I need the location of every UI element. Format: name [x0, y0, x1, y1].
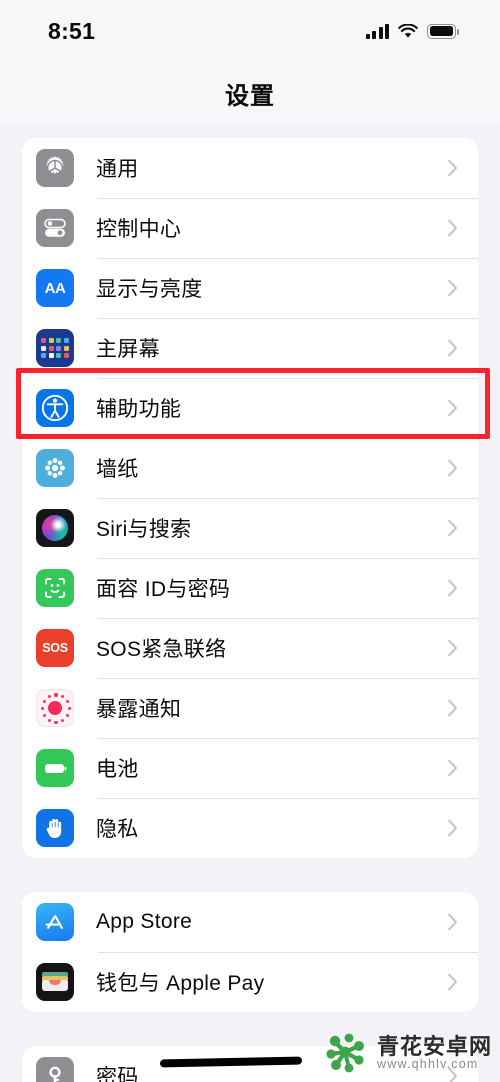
status-bar: 8:51 [0, 0, 500, 62]
settings-row-home-screen[interactable]: 主屏幕 [22, 318, 478, 378]
settings-row-siri-search[interactable]: Siri与搜索 [22, 498, 478, 558]
chevron-right-icon [448, 459, 458, 477]
battery-icon [36, 749, 74, 787]
page-title: 设置 [225, 82, 275, 110]
chevron-right-icon [448, 279, 458, 297]
settings-group-2: App Store 钱包与 Apple Pay [22, 892, 478, 1012]
cellular-signal-icon [365, 23, 389, 39]
wallet-icon [36, 963, 74, 1001]
settings-row-label: 通用 [96, 158, 139, 181]
navigation-bar: 设置 [0, 62, 500, 124]
aa-glyph: AA [44, 279, 66, 297]
settings-row-face-id-passcode[interactable]: 面容 ID与密码 [22, 558, 478, 618]
settings-group-1: 通用 控制中心 AA 显示与亮度 主屏幕 辅助功能 墙纸 Siri与搜索 面容 … [22, 138, 478, 858]
chevron-right-icon [448, 913, 458, 931]
settings-row-general[interactable]: 通用 [22, 138, 478, 198]
settings-row-label: 隐私 [96, 818, 139, 841]
iphone-settings-screen: 8:51 设置 通用 控制中心 AA 显示与亮度 主屏幕 辅助功能 墙纸 Sir… [0, 0, 500, 1082]
settings-row-label: 电池 [96, 758, 139, 781]
settings-row-label: App Store [96, 910, 193, 933]
settings-row-label: Siri与搜索 [96, 518, 192, 541]
settings-row-label: SOS紧急联络 [96, 638, 227, 661]
settings-row-display-brightness[interactable]: AA 显示与亮度 [22, 258, 478, 318]
password-key-icon [36, 1057, 74, 1082]
home-screen-icon [36, 329, 74, 367]
battery-full-icon [427, 23, 459, 39]
settings-row-label: 辅助功能 [96, 398, 182, 421]
status-bar-time: 8:51 [48, 17, 96, 44]
gear-icon [36, 149, 74, 187]
watermark-text: 青花安卓网 www.qhhlv.com [377, 1035, 492, 1071]
settings-row-accessibility[interactable]: 辅助功能 [22, 378, 478, 438]
wallpaper-icon [36, 449, 74, 487]
chevron-right-icon [448, 159, 458, 177]
face-id-icon [36, 569, 74, 607]
chevron-right-icon [448, 759, 458, 777]
settings-row-label: 面容 ID与密码 [96, 578, 231, 601]
settings-row-label: 主屏幕 [96, 338, 160, 361]
chevron-right-icon [448, 399, 458, 417]
chevron-right-icon [448, 699, 458, 717]
siri-orb-glyph [42, 515, 68, 541]
emergency-sos-icon: SOS [36, 629, 74, 667]
display-brightness-icon: AA [36, 269, 74, 307]
chevron-right-icon [448, 639, 458, 657]
watermark-name: 青花安卓网 [376, 1033, 492, 1059]
settings-row-control-center[interactable]: 控制中心 [22, 198, 478, 258]
settings-row-wallet-apple-pay[interactable]: 钱包与 Apple Pay [22, 952, 478, 1012]
settings-row-wallpaper[interactable]: 墙纸 [22, 438, 478, 498]
sos-glyph: SOS [42, 641, 68, 655]
exposure-notification-icon [36, 689, 74, 727]
app-grid-glyph [41, 337, 69, 359]
accessibility-icon [36, 389, 74, 427]
settings-row-label: 钱包与 Apple Pay [96, 972, 265, 995]
settings-row-exposure-notifications[interactable]: 暴露通知 [22, 678, 478, 738]
watermark-url: www.qhhlv.com [376, 1056, 479, 1071]
status-bar-indicators [365, 23, 459, 39]
chevron-right-icon [448, 819, 458, 837]
settings-row-privacy[interactable]: 隐私 [22, 798, 478, 858]
wifi-icon [398, 23, 418, 39]
siri-icon [36, 509, 74, 547]
app-store-icon [36, 903, 74, 941]
settings-row-label: 密码 [96, 1066, 139, 1082]
settings-row-label: 暴露通知 [96, 698, 182, 721]
chevron-right-icon [448, 973, 458, 991]
chevron-right-icon [448, 579, 458, 597]
chevron-right-icon [448, 219, 458, 237]
settings-row-app-store[interactable]: App Store [22, 892, 478, 952]
control-center-icon [36, 209, 74, 247]
watermark: 青花安卓网 www.qhhlv.com [323, 1030, 492, 1076]
chevron-right-icon [448, 339, 458, 357]
settings-row-label: 显示与亮度 [96, 278, 203, 301]
settings-row-label: 控制中心 [96, 218, 182, 241]
settings-row-label: 墙纸 [96, 458, 139, 481]
molecule-logo-icon [323, 1030, 369, 1076]
chevron-right-icon [448, 519, 458, 537]
settings-row-emergency-sos[interactable]: SOS SOS紧急联络 [22, 618, 478, 678]
exposure-center-dot [48, 701, 62, 715]
settings-list[interactable]: 通用 控制中心 AA 显示与亮度 主屏幕 辅助功能 墙纸 Siri与搜索 面容 … [0, 124, 500, 1082]
privacy-hand-icon [36, 809, 74, 847]
settings-row-battery[interactable]: 电池 [22, 738, 478, 798]
